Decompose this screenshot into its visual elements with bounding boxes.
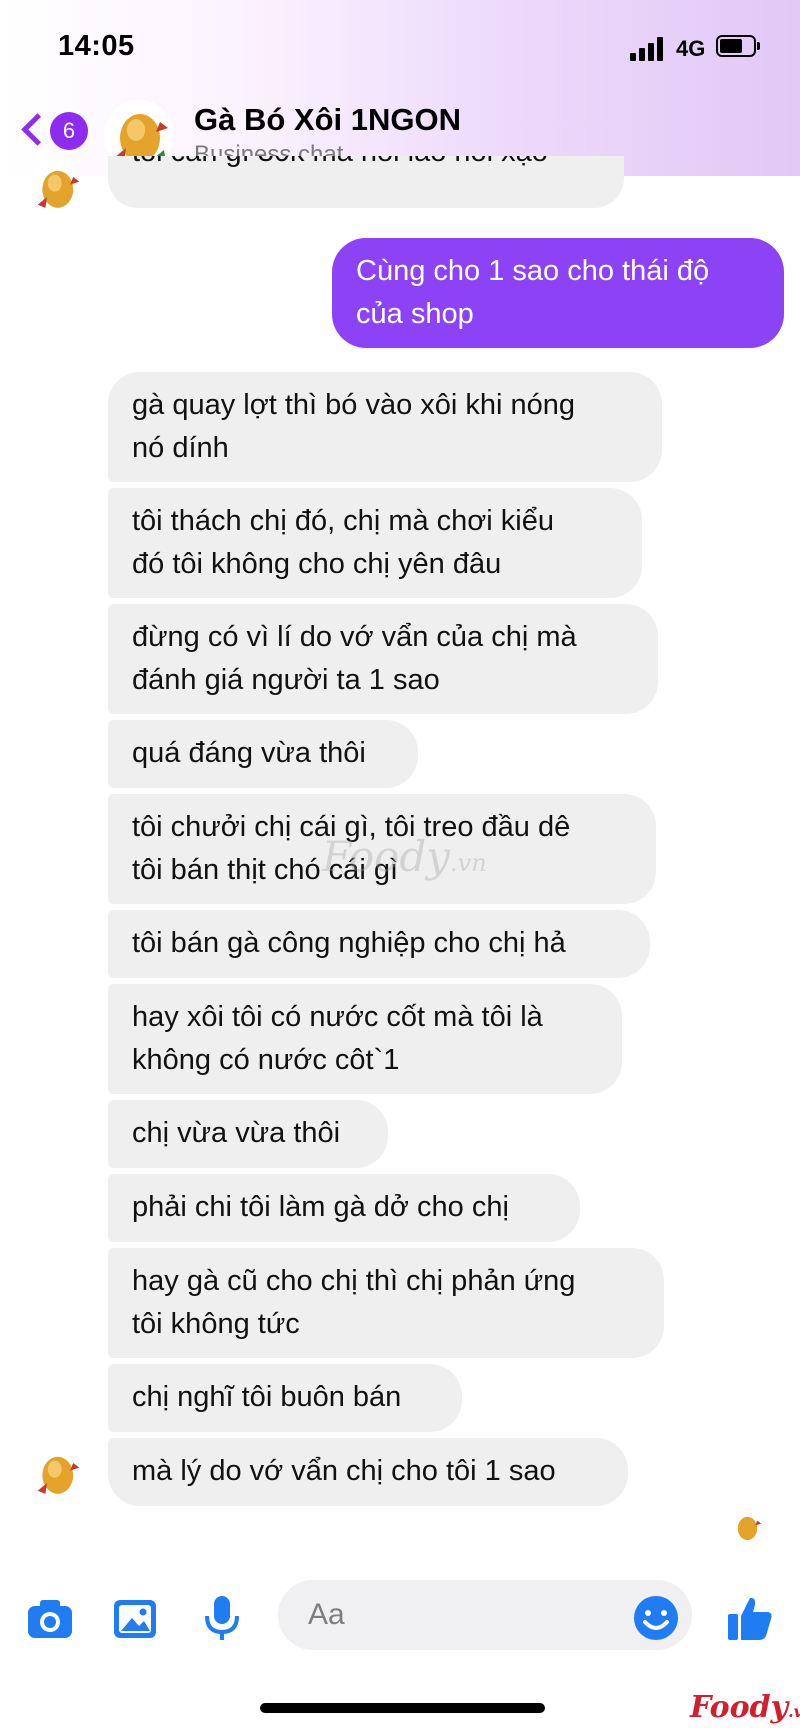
unread-count-badge: 6 — [50, 112, 88, 150]
battery-level — [720, 39, 742, 53]
chevron-left-icon — [21, 113, 54, 146]
foody-logo: Foody.vn — [690, 1690, 800, 1725]
received-message-bubble[interactable]: mà lý do vớ vẩn chị cho tôi 1 sao — [108, 1438, 628, 1506]
received-message-bubble[interactable]: gà quay lợt thì bó vào xôi khi nóng nó dí… — [108, 372, 662, 482]
sent-message-bubble[interactable]: Cùng cho 1 sao cho thái độ của shop — [332, 238, 784, 348]
received-message-bubble[interactable]: chị vừa vừa thôi — [108, 1100, 388, 1168]
microphone-icon[interactable] — [196, 1592, 248, 1644]
sender-avatar — [30, 1446, 84, 1500]
received-message-bubble[interactable]: quá đáng vừa thôi — [108, 720, 418, 788]
received-message-bubble[interactable]: tôi thách chị đó, chị mà chơi kiểu đó tôi… — [108, 488, 642, 598]
message-input-placeholder: Aa — [308, 1598, 345, 1631]
emoji-icon[interactable] — [630, 1592, 682, 1644]
read-receipt-avatar — [730, 1510, 764, 1544]
thumbs-up-icon[interactable] — [724, 1592, 776, 1644]
signal-icon — [630, 37, 668, 61]
battery-icon — [716, 35, 760, 59]
camera-icon[interactable] — [24, 1592, 76, 1644]
received-message-bubble[interactable]: hay gà cũ cho chị thì chị phản ứng tôi kh… — [108, 1248, 664, 1358]
received-message-bubble[interactable]: hay xôi tôi có nước cốt mà tôi là không c… — [108, 984, 622, 1094]
photo-icon[interactable] — [110, 1592, 162, 1644]
foody-watermark: Foody.vn — [322, 832, 487, 881]
home-indicator[interactable] — [260, 1703, 545, 1713]
sender-avatar — [30, 160, 84, 214]
received-message-bubble[interactable]: chị nghĩ tôi buôn bán — [108, 1364, 462, 1432]
back-button[interactable]: 6 — [20, 110, 90, 154]
received-message-bubble[interactable]: tôi bán gà công nghiệp cho chị hả — [108, 910, 650, 978]
network-type: 4G — [676, 36, 706, 61]
status-bar: 14:05 4G — [0, 0, 800, 96]
contact-name: Gà Bó Xôi 1NGON — [194, 102, 461, 137]
composer-bar: Aa — [0, 1572, 800, 1662]
received-message-bubble[interactable]: đừng có vì lí do vớ vẩn của chị mà đánh g… — [108, 604, 658, 714]
received-message-bubble[interactable]: phải chi tôi làm gà dở cho chị — [108, 1174, 580, 1242]
message-bubble-partial[interactable]: tôi cần gì 30k mà nói láo nói xạo — [108, 156, 624, 208]
status-time: 14:05 — [58, 30, 135, 62]
